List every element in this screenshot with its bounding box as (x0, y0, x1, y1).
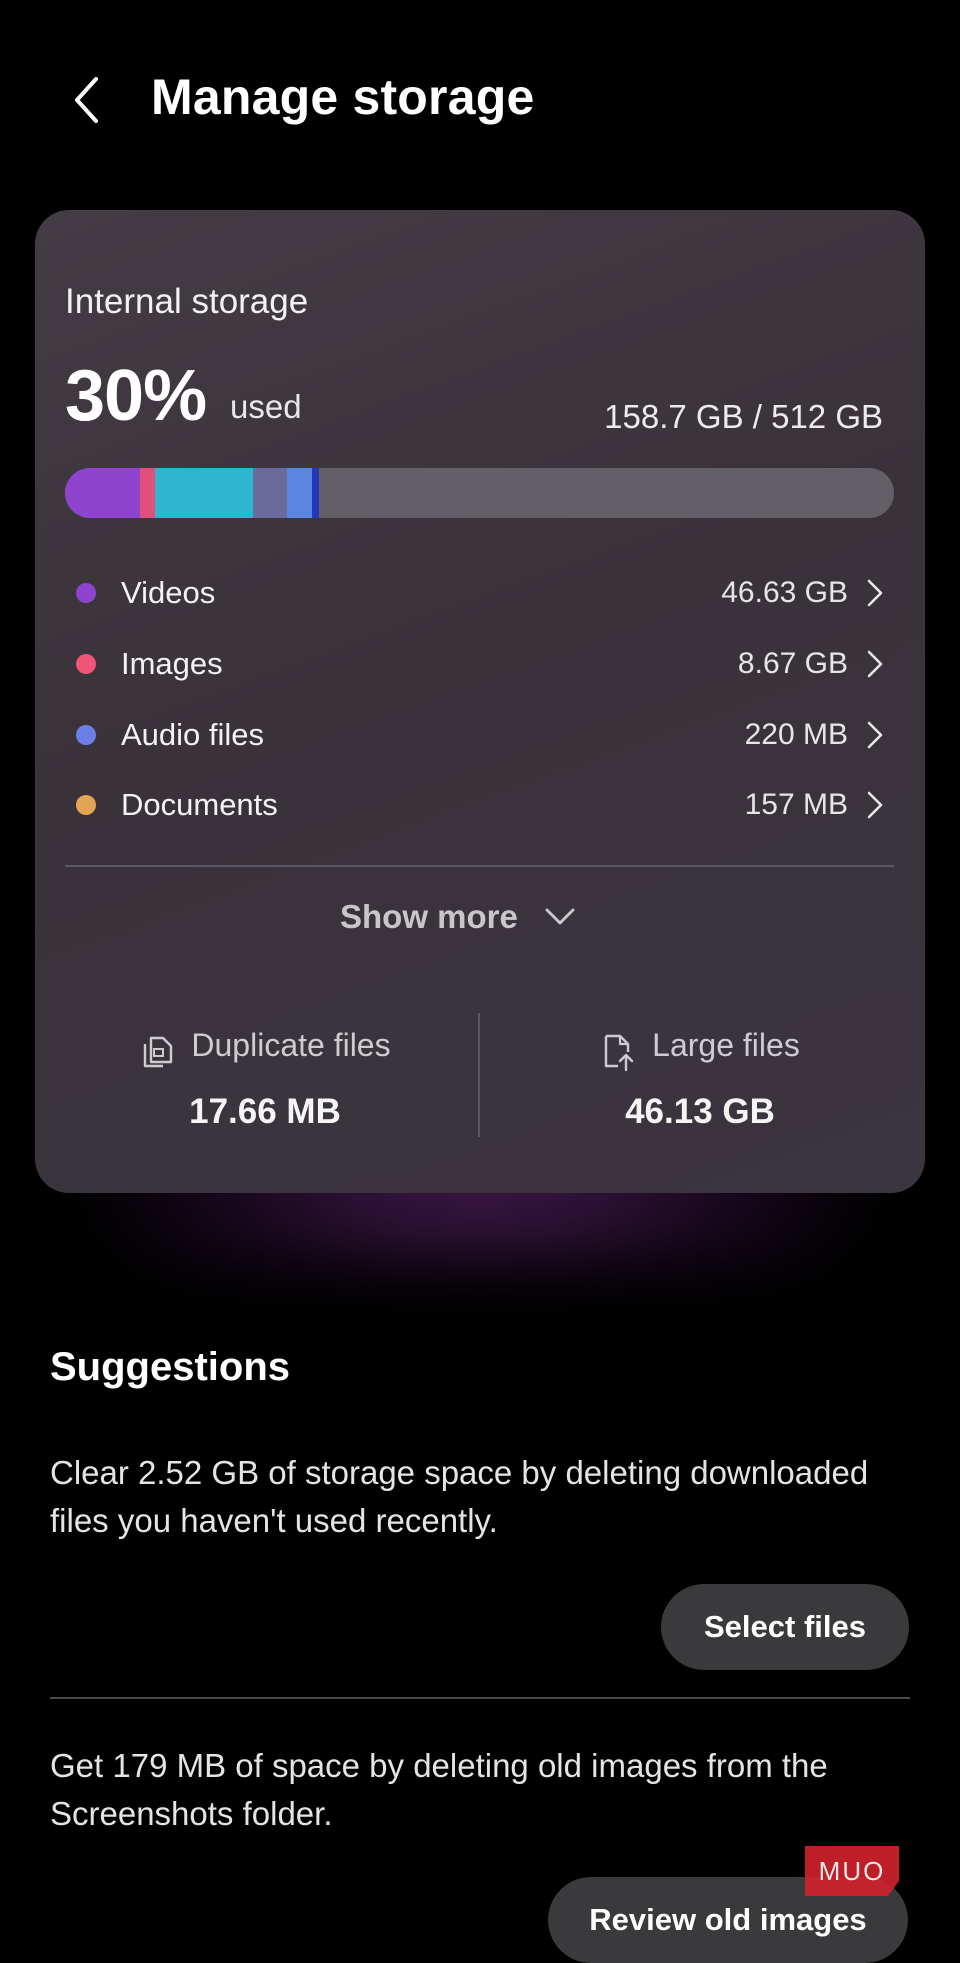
large-files-icon (604, 1034, 634, 1072)
show-more-label: Show more (340, 898, 518, 935)
percent-used: 30% (65, 356, 207, 436)
storage-usage-bar (65, 468, 894, 518)
suggestion-text: Clear 2.52 GB of storage space by deleti… (50, 1454, 869, 1539)
usage-segment-other-teal (154, 468, 254, 518)
chevron-right-icon (864, 789, 886, 821)
select-files-button[interactable]: Select files (661, 1584, 909, 1670)
duplicate-files-icon (144, 1036, 173, 1068)
usage-segment-images (140, 468, 155, 518)
usage-segment-audio (287, 468, 312, 518)
category-label: Documents (121, 787, 278, 822)
category-color-dot (76, 795, 96, 815)
duplicate-files-button[interactable]: Duplicate files 17.66 MB (75, 1020, 455, 1140)
duplicate-files-label: Duplicate files (191, 1026, 391, 1063)
category-label: Videos (121, 575, 216, 610)
large-files-button[interactable]: Large files 46.13 GB (510, 1020, 890, 1140)
suggestions-title: Suggestions (50, 1345, 291, 1389)
category-color-dot (76, 583, 96, 603)
large-files-label: Large files (652, 1026, 800, 1063)
stats-divider (478, 1013, 480, 1137)
watermark-logo: MUO (805, 1846, 899, 1896)
category-size: 220 MB (744, 718, 848, 751)
category-row-audio[interactable]: Audio files 220 MB (65, 705, 894, 765)
category-label: Images (121, 646, 223, 681)
back-button[interactable] (62, 70, 112, 130)
category-size: 8.67 GB (737, 647, 848, 680)
category-row-videos[interactable]: Videos 46.63 GB (65, 563, 894, 623)
back-arrow-icon (75, 77, 98, 123)
storage-capacity: 158.7 GB / 512 GB (604, 398, 883, 435)
chevron-down-icon (545, 908, 575, 925)
usage-segment-other-slate (253, 468, 288, 518)
category-label: Audio files (121, 717, 265, 752)
card-divider (65, 865, 894, 867)
chevron-right-icon (864, 577, 886, 609)
suggestions-divider (50, 1697, 910, 1699)
category-size: 46.63 GB (721, 576, 848, 609)
category-row-images[interactable]: Images 8.67 GB (65, 634, 894, 694)
suggestion-text: Get 179 MB of space by deleting old imag… (50, 1747, 828, 1832)
show-more-button[interactable]: Show more (340, 887, 576, 947)
used-label: used (230, 388, 302, 425)
chevron-right-icon (864, 648, 886, 680)
top-app-bar: Manage storage (0, 0, 960, 200)
page-title: Manage storage (151, 69, 535, 125)
duplicate-files-size: 17.66 MB (189, 1092, 341, 1131)
usage-segment-other-blue (312, 468, 319, 518)
usage-segment-videos (65, 468, 141, 518)
category-color-dot (76, 725, 96, 745)
large-files-size: 46.13 GB (625, 1092, 775, 1131)
category-size: 157 MB (744, 788, 848, 821)
category-color-dot (76, 654, 96, 674)
chevron-right-icon (864, 719, 886, 751)
storage-title: Internal storage (65, 282, 309, 321)
category-row-documents[interactable]: Documents 157 MB (65, 775, 894, 835)
